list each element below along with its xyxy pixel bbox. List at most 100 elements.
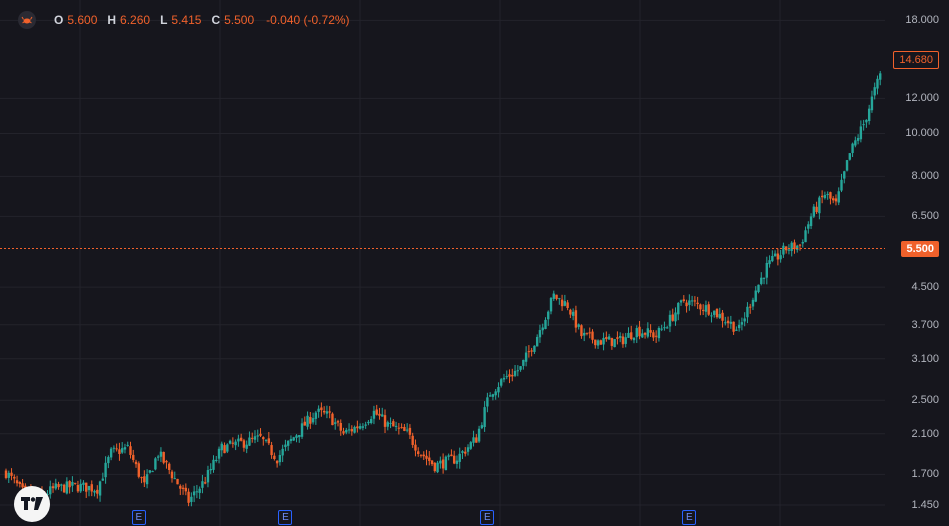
price-plot[interactable] [0, 0, 949, 526]
candle-body [303, 421, 306, 426]
candle-body [522, 359, 525, 366]
candle-body [834, 198, 838, 202]
candle-body [73, 482, 77, 484]
candle-body [820, 195, 824, 198]
price-axis-label: 3.100 [911, 352, 939, 365]
candle-body [735, 329, 738, 331]
candle-body [856, 138, 860, 141]
candle-body [179, 485, 182, 489]
close-label: C [211, 13, 221, 27]
candle-body [306, 415, 309, 427]
candle-body [519, 366, 522, 370]
candle-body [602, 337, 605, 345]
candle-body [530, 350, 533, 352]
candle-body [832, 198, 835, 201]
crab-icon[interactable] [18, 11, 36, 29]
candle-body [688, 300, 691, 305]
candle-body [724, 322, 727, 324]
candle-body [696, 302, 699, 304]
candle-body [170, 471, 174, 479]
candle-body [267, 438, 271, 444]
candle-body [558, 298, 561, 300]
candle-body [98, 481, 102, 496]
chart-area[interactable]: 18.000 12.000 10.000 8.000 6.500 4.500 3.700 3.… [0, 0, 949, 526]
candle-body [469, 442, 472, 449]
candle-body [356, 426, 359, 429]
candle-body [159, 451, 163, 457]
candle-body [862, 124, 865, 126]
candle-body [54, 483, 57, 489]
open-label: O [54, 13, 64, 27]
candle-body [217, 448, 221, 459]
candle-body [865, 119, 868, 123]
candle-body [433, 462, 437, 472]
candle-body [782, 245, 785, 255]
candle-body [867, 108, 871, 122]
candle-body [292, 437, 295, 441]
candle-body [809, 216, 813, 227]
candle-body [607, 336, 611, 340]
candle-body [253, 436, 257, 440]
candle-body [256, 435, 259, 437]
candle-body [666, 327, 669, 329]
earnings-e-icon[interactable]: E [480, 510, 495, 525]
candle-body [104, 462, 107, 478]
candle-body [123, 447, 127, 450]
candle-body [555, 294, 558, 299]
price-axis-label: 3.700 [911, 318, 939, 331]
candle-body [15, 480, 19, 484]
candle-body [854, 140, 857, 146]
candle-body [187, 491, 190, 503]
candle-body [325, 411, 329, 414]
candle-body [309, 417, 312, 424]
price-axis-label: 6.500 [911, 210, 939, 223]
candle-body [181, 487, 185, 489]
candle-body [209, 469, 212, 471]
candle-body [663, 327, 666, 329]
candle-body [403, 426, 406, 431]
candle-body [577, 324, 580, 327]
candle-body [405, 429, 409, 431]
earnings-e-icon[interactable]: E [131, 510, 146, 525]
low-value: 5.415 [171, 13, 202, 27]
candle-body [245, 444, 248, 449]
high-price-tag: 14.680 [893, 50, 939, 69]
candle-body [472, 437, 475, 443]
candle-body [599, 340, 603, 345]
candle-body [270, 445, 273, 456]
candle-body [275, 460, 279, 464]
candle-body [591, 331, 594, 340]
candle-body [389, 422, 392, 424]
tradingview-logo-icon[interactable] [14, 486, 50, 522]
candle-body [641, 333, 644, 338]
candle-body [483, 407, 486, 428]
candle-body [840, 179, 843, 191]
candle-body [364, 424, 367, 426]
candle-body [60, 484, 63, 486]
candle-body [704, 305, 708, 312]
candle-body [627, 332, 630, 338]
candle-body [428, 457, 431, 461]
candle-body [184, 487, 188, 492]
candle-body [137, 463, 140, 477]
candle-body [342, 431, 345, 434]
candle-body [234, 441, 237, 446]
candle-body [320, 407, 323, 411]
candle-body [132, 454, 135, 460]
candle-body [870, 96, 874, 111]
candle-body [281, 448, 284, 456]
low-label: L [160, 13, 168, 27]
candle-body [112, 447, 116, 449]
earnings-e-icon[interactable]: E [682, 510, 697, 525]
candle-body [237, 438, 240, 442]
candle-body [90, 484, 93, 492]
candle-body [876, 78, 879, 89]
candle-body [475, 437, 478, 443]
candle-body [873, 87, 876, 96]
candle-body [674, 312, 677, 322]
earnings-e-icon[interactable]: E [278, 510, 293, 525]
candle-body [162, 451, 165, 463]
candle-body [143, 476, 146, 483]
candle-body [630, 332, 633, 340]
candle-body [776, 253, 780, 260]
